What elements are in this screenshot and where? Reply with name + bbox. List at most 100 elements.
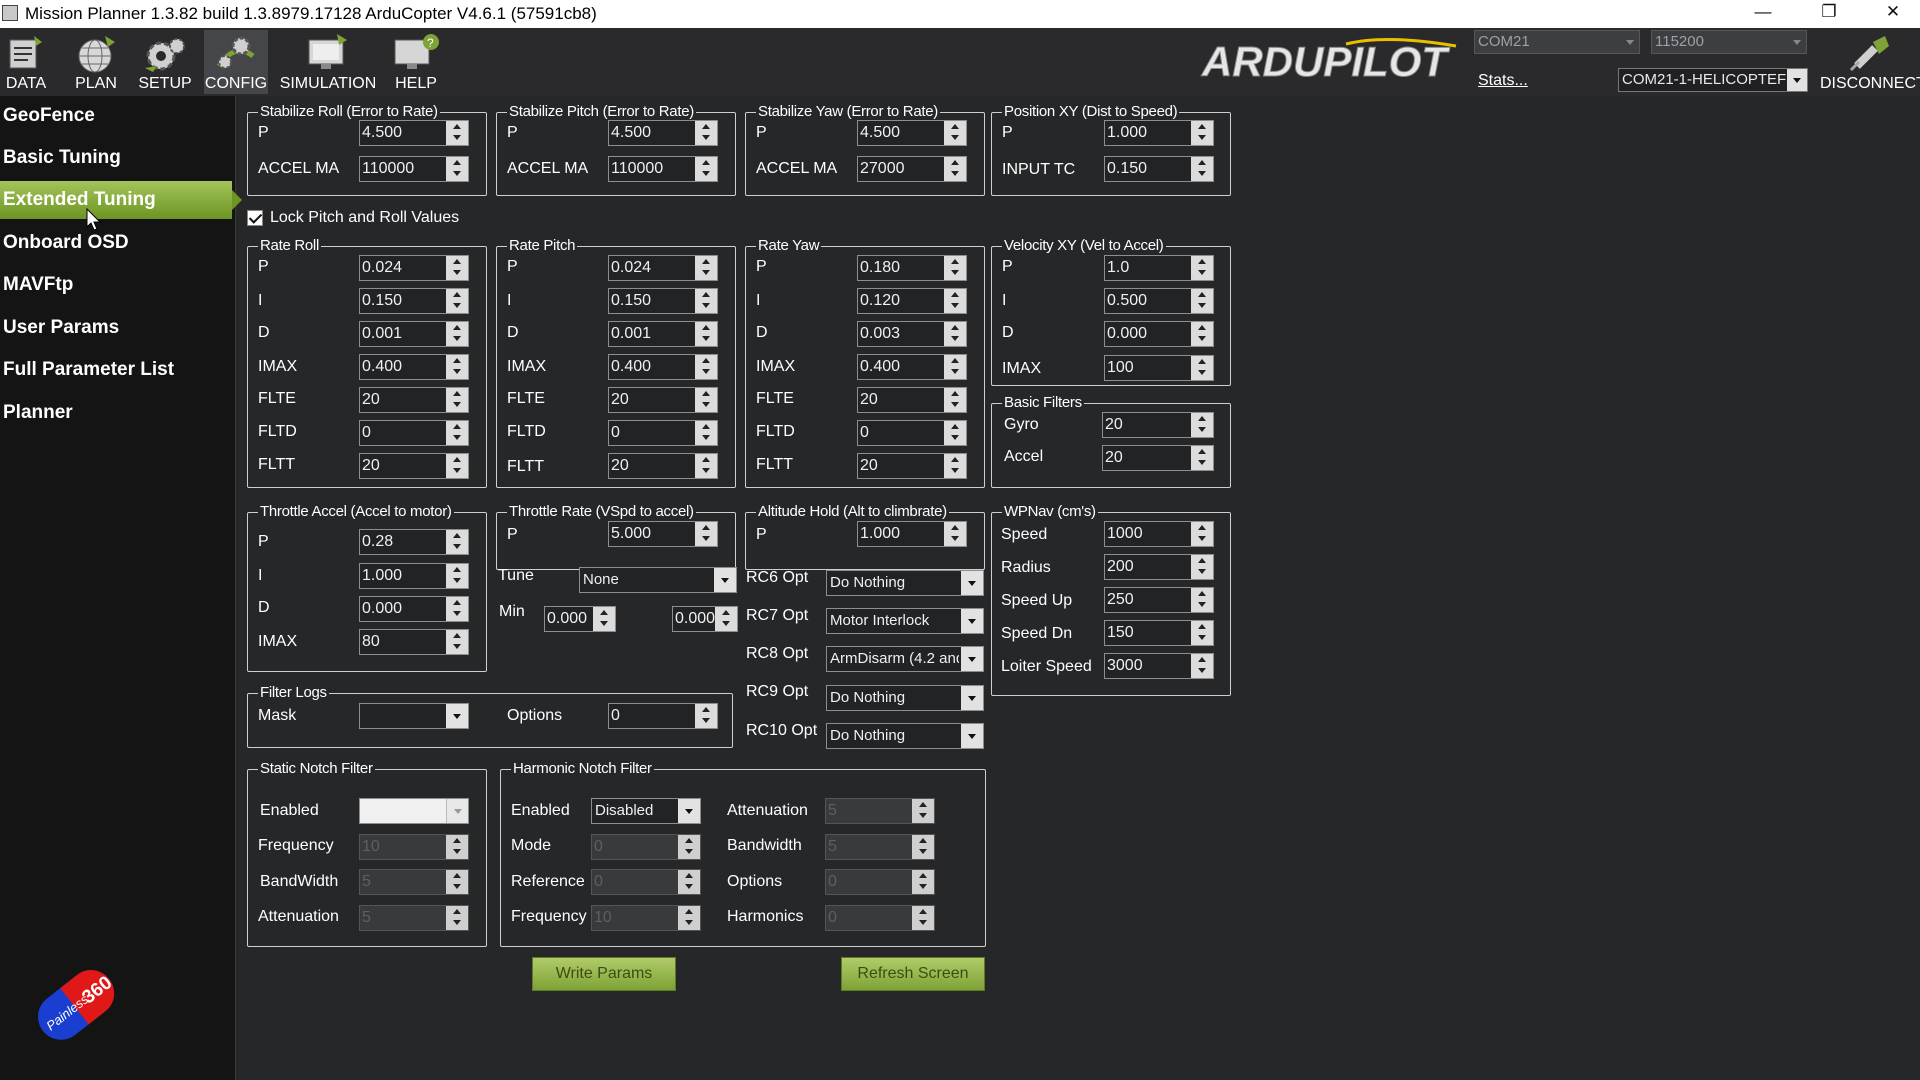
spinner[interactable] [446,157,468,181]
spinner[interactable] [446,289,468,313]
spinner[interactable] [678,906,700,930]
spinner[interactable] [678,835,700,859]
spinner[interactable] [695,388,717,412]
alt-hold-p-input[interactable]: 1.000 [857,521,967,547]
pos-xy-tc-input[interactable]: 0.150 [1104,156,1214,182]
spinner[interactable] [446,121,468,145]
rate-roll-fltd-input[interactable]: 0 [359,420,469,446]
filter-logs-mask-select[interactable] [359,703,469,729]
config-button[interactable]: CONFIG [204,30,268,94]
spinner[interactable] [695,454,717,478]
rate-pitch-flte-input[interactable]: 20 [608,387,718,413]
rate-yaw-d-input[interactable]: 0.003 [857,321,967,347]
spinner[interactable] [695,121,717,145]
stab-roll-accel-input[interactable]: 110000 [359,156,469,182]
spinner[interactable] [944,121,966,145]
minimize-button[interactable]: — [1740,0,1786,28]
spinner[interactable] [446,530,468,554]
rate-yaw-flte-input[interactable]: 20 [857,387,967,413]
static-notch-frequency-input[interactable]: 10 [359,834,469,860]
pos-xy-p-input[interactable]: 1.000 [1104,120,1214,146]
spinner[interactable] [944,157,966,181]
rate-pitch-i-input[interactable]: 0.150 [608,288,718,314]
spinner[interactable] [446,597,468,621]
stats-link[interactable]: Stats... [1478,72,1528,90]
thr-accel-d-input[interactable]: 0.000 [359,596,469,622]
spinner[interactable] [1191,621,1213,645]
tune-max-input[interactable]: 0.000 [672,606,738,632]
harmonic-frequency-input[interactable]: 10 [591,905,701,931]
vel-xy-imax-input[interactable]: 100 [1104,355,1214,381]
sidebar-item-onboard-osd[interactable]: Onboard OSD [0,224,236,262]
sidebar-item-full-parameter-list[interactable]: Full Parameter List [0,351,236,389]
disconnect-button[interactable]: DISCONNECT [1820,30,1920,94]
wpnav-speed-dn-input[interactable]: 150 [1104,620,1214,646]
spinner[interactable] [593,607,615,631]
spinner[interactable] [446,388,468,412]
spinner[interactable] [446,906,468,930]
spinner[interactable] [446,630,468,654]
thr-accel-i-input[interactable]: 1.000 [359,563,469,589]
rate-pitch-p-input[interactable]: 0.024 [608,255,718,281]
refresh-screen-button[interactable]: Refresh Screen [841,957,985,991]
spinner[interactable] [695,157,717,181]
spinner[interactable] [715,607,737,631]
rate-roll-d-input[interactable]: 0.001 [359,321,469,347]
rate-pitch-fltt-input[interactable]: 20 [608,453,718,479]
static-notch-bandwidth-input[interactable]: 5 [359,869,469,895]
baud-select[interactable]: 115200 [1651,30,1807,54]
rate-yaw-fltd-input[interactable]: 0 [857,420,967,446]
spinner[interactable] [1191,446,1213,470]
rc9-opt-select[interactable]: Do Nothing [826,685,984,711]
spinner[interactable] [944,421,966,445]
rc10-opt-select[interactable]: Do Nothing [826,723,984,749]
spinner[interactable] [912,906,934,930]
spinner[interactable] [446,322,468,346]
rate-yaw-p-input[interactable]: 0.180 [857,255,967,281]
stab-pitch-accel-input[interactable]: 110000 [608,156,718,182]
spinner[interactable] [695,704,717,728]
spinner[interactable] [944,322,966,346]
rate-roll-fltt-input[interactable]: 20 [359,453,469,479]
spinner[interactable] [944,289,966,313]
simulation-button[interactable]: SIMULATION [278,30,378,94]
rate-roll-p-input[interactable]: 0.024 [359,255,469,281]
spinner[interactable] [944,256,966,280]
rate-pitch-d-input[interactable]: 0.001 [608,321,718,347]
harmonic-attenuation-input[interactable]: 5 [825,798,935,824]
spinner[interactable] [944,355,966,379]
harmonic-reference-input[interactable]: 0 [591,869,701,895]
spinner[interactable] [446,454,468,478]
write-params-button[interactable]: Write Params [532,957,676,991]
spinner[interactable] [678,870,700,894]
spinner[interactable] [446,355,468,379]
spinner[interactable] [695,355,717,379]
stab-yaw-accel-input[interactable]: 27000 [857,156,967,182]
rate-roll-flte-input[interactable]: 20 [359,387,469,413]
rate-roll-imax-input[interactable]: 0.400 [359,354,469,380]
spinner[interactable] [446,256,468,280]
sidebar-item-extended-tuning[interactable]: Extended Tuning [0,181,242,219]
spinner[interactable] [912,835,934,859]
accel-filter-input[interactable]: 20 [1102,445,1214,471]
harmonic-enabled-select[interactable]: Disabled [591,798,701,824]
port-select[interactable]: COM21 [1474,30,1640,54]
data-button[interactable]: DATA [0,30,52,94]
spinner[interactable] [446,835,468,859]
stab-pitch-p-input[interactable]: 4.500 [608,120,718,146]
spinner[interactable] [1191,121,1213,145]
harmonic-harmonics-input[interactable]: 0 [825,905,935,931]
help-button[interactable]: ? HELP [386,30,446,94]
sidebar-item-planner[interactable]: Planner [0,394,236,432]
spinner[interactable] [1191,413,1213,437]
spinner[interactable] [1191,654,1213,678]
wpnav-speed-up-input[interactable]: 250 [1104,587,1214,613]
spinner[interactable] [1191,588,1213,612]
spinner[interactable] [695,421,717,445]
rc7-opt-select[interactable]: Motor Interlock [826,608,984,634]
rate-yaw-imax-input[interactable]: 0.400 [857,354,967,380]
spinner[interactable] [1191,289,1213,313]
connection-select[interactable]: COM21-1-HELICOPTEF [1618,68,1808,92]
vel-xy-p-input[interactable]: 1.0 [1104,255,1214,281]
harmonic-mode-input[interactable]: 0 [591,834,701,860]
